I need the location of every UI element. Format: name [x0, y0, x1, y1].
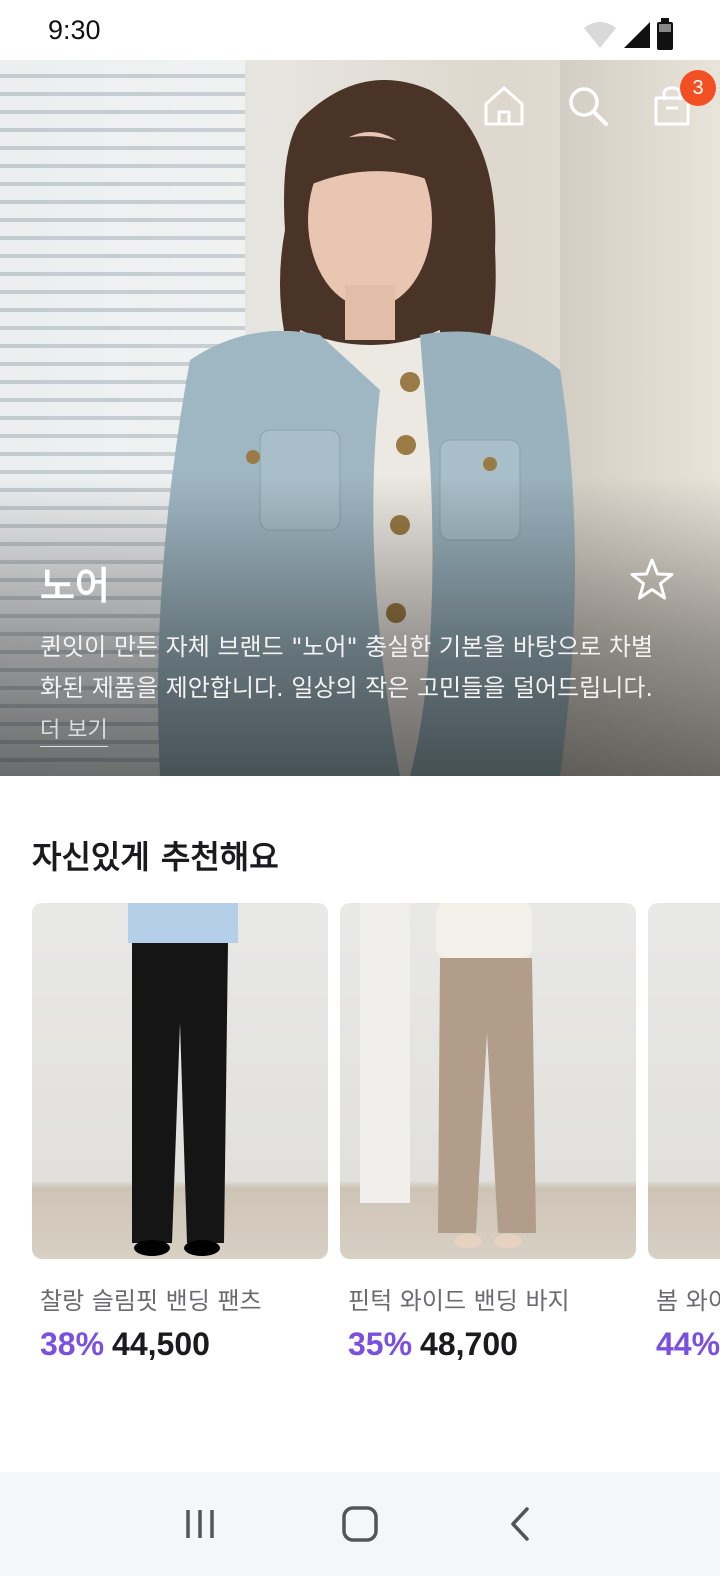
battery-icon — [656, 18, 674, 54]
cart-count-badge: 3 — [680, 70, 716, 106]
product-price: 48,700 — [420, 1326, 518, 1362]
wifi-icon — [582, 20, 618, 54]
search-icon[interactable] — [566, 84, 610, 128]
product-price-line: 44% — [656, 1326, 720, 1363]
product-price-line: 35% 48,700 — [348, 1326, 636, 1363]
system-navigation-bar — [0, 1472, 720, 1576]
product-name: 봄 와이 — [656, 1287, 720, 1315]
product-discount: 38% — [40, 1326, 105, 1362]
product-card[interactable]: 찰랑 슬림핏 밴딩 팬츠 38% 44,500 — [32, 903, 328, 1363]
product-price: 44,500 — [112, 1326, 210, 1362]
brand-description: 퀸잇이 만든 자체 브랜드 "노어" 충실한 기본을 바탕으로 차별화된 제품을… — [40, 633, 654, 702]
more-link[interactable]: 더 보기 — [40, 712, 108, 747]
cellular-signal-icon — [622, 20, 652, 54]
status-bar: 9:30 — [0, 0, 720, 60]
product-name: 핀턱 와이드 밴딩 바지 — [348, 1287, 570, 1315]
section-title-recommend: 자신있게 추천해요 — [32, 838, 279, 876]
product-image — [32, 903, 328, 1259]
back-icon[interactable] — [485, 1489, 555, 1559]
product-discount: 35% — [348, 1326, 413, 1362]
product-image — [340, 903, 636, 1259]
system-icons — [582, 18, 674, 54]
product-discount: 44% — [656, 1326, 720, 1362]
status-time: 9:30 — [48, 15, 101, 45]
product-price-line: 38% 44,500 — [40, 1326, 328, 1363]
home-icon[interactable] — [482, 84, 526, 128]
shopping-bag-icon[interactable]: 3 — [650, 70, 716, 128]
home-button-icon[interactable] — [325, 1489, 395, 1559]
brand-title: 노어 — [40, 564, 110, 608]
product-carousel[interactable]: 찰랑 슬림핏 밴딩 팬츠 38% 44,500 핀턱 와이드 밴딩 바지 35% 4… — [32, 903, 720, 1373]
hero-top-nav: 3 — [482, 70, 716, 128]
product-card[interactable]: 핀턱 와이드 밴딩 바지 35% 48,700 — [340, 903, 636, 1363]
recent-apps-icon[interactable] — [165, 1489, 235, 1559]
product-name: 찰랑 슬림핏 밴딩 팬츠 — [40, 1287, 262, 1315]
brand-hero-banner[interactable]: 3 노어 퀸잇이 만든 자체 브랜드 "노어" 충실한 기본을 바탕으로 차별화… — [0, 60, 720, 776]
product-card[interactable]: 봄 와이 44% — [648, 903, 720, 1363]
product-image — [648, 903, 720, 1259]
star-outline-icon[interactable] — [628, 556, 676, 604]
